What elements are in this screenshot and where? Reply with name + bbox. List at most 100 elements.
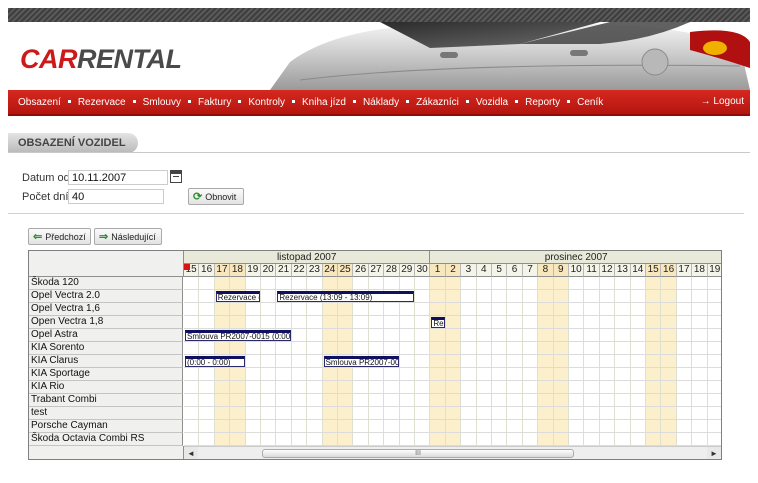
booking-bar[interactable]: (0:00 - 0:00)	[185, 356, 245, 367]
month-header: prosinec 2007	[430, 251, 721, 264]
vehicle-row-label[interactable]: KIA Rio	[29, 381, 183, 394]
row-divider	[184, 380, 721, 381]
day-header: 16	[661, 264, 677, 277]
scroll-left-icon[interactable]: ◄	[184, 447, 198, 459]
day-header: 2	[445, 264, 462, 277]
nav-item-zakaznici[interactable]: Zákazníci	[416, 97, 459, 108]
previous-button[interactable]: ⇐ Předchozí	[28, 228, 91, 245]
booking-bar[interactable]: Rezervace (16:	[215, 291, 260, 302]
nav-item-cenik[interactable]: Ceník	[577, 97, 603, 108]
day-header: 13	[615, 264, 631, 277]
day-header: 26	[353, 264, 369, 277]
row-divider	[184, 393, 721, 394]
nav-separator	[567, 99, 571, 103]
car-banner-image	[270, 22, 750, 90]
previous-button-label: Předchozí	[45, 231, 86, 242]
horizontal-scrollbar[interactable]: ◄ III ►	[184, 446, 721, 459]
nav-separator	[238, 99, 242, 103]
vehicle-row-label[interactable]: test	[29, 407, 183, 420]
day-header: 12	[599, 264, 616, 277]
next-button-label: Následující	[111, 231, 156, 242]
next-button[interactable]: ⇒ Následující	[94, 228, 162, 245]
row-divider	[184, 354, 721, 355]
logo-rental-text: RENTAL	[77, 44, 182, 74]
vehicle-row-label[interactable]: KIA Sportage	[29, 368, 183, 381]
occupancy-grid: listopad 2007 prosinec 2007 15 16 17 18 19 20 21…	[28, 250, 722, 460]
grid-bottom-left	[29, 446, 184, 459]
date-from-input[interactable]	[68, 170, 168, 185]
day-header: 24	[322, 264, 338, 277]
arrow-right-icon: ⇒	[99, 231, 109, 243]
nav-item-obsazeni[interactable]: Obsazení	[18, 97, 61, 108]
day-header: 23	[307, 264, 323, 277]
main-nav: Obsazení Rezervace Smlouvy Faktury Kontr…	[8, 90, 750, 114]
nav-item-faktury[interactable]: Faktury	[198, 97, 231, 108]
day-header: 5	[492, 264, 508, 277]
day-header: 4	[476, 264, 492, 277]
vehicle-row-label[interactable]: Škoda Octavia Combi RS	[29, 433, 183, 446]
vehicle-row-label[interactable]: Open Vectra 1,8	[29, 316, 183, 329]
day-header: 1	[430, 264, 446, 277]
day-header: 21	[276, 264, 292, 277]
header-banner: CARRENTAL	[8, 22, 750, 90]
day-header: 17	[214, 264, 231, 277]
day-header: 18	[230, 264, 246, 277]
vehicle-row-label[interactable]: Porsche Cayman	[29, 420, 183, 433]
vehicle-row-label[interactable]: Trabant Combi	[29, 394, 183, 407]
arrow-left-icon: ⇐	[33, 231, 43, 243]
scroll-right-icon[interactable]: ►	[707, 447, 721, 459]
day-header: 9	[553, 264, 569, 277]
row-divider	[184, 289, 721, 290]
day-header: 11	[584, 264, 600, 277]
logout-link[interactable]: → Logout	[701, 96, 744, 107]
calendar-icon[interactable]	[170, 170, 182, 183]
grid-corner	[29, 251, 184, 277]
nav-item-rezervace[interactable]: Rezervace	[78, 97, 126, 108]
page-title: OBSAZENÍ VOZIDEL	[8, 133, 138, 153]
nav-item-naklady[interactable]: Náklady	[363, 97, 399, 108]
day-header: 6	[507, 264, 523, 277]
booking-bar[interactable]: Rez	[431, 317, 445, 328]
top-decor-strip	[8, 8, 750, 22]
booking-bar[interactable]: Smlouva PR2007-0015 (0:00 - 0:	[185, 330, 291, 341]
nav-separator	[67, 99, 71, 103]
booking-bar[interactable]: Smlouva PR2007-0025	[323, 356, 399, 367]
vehicle-row-label[interactable]: Škoda 120	[29, 277, 183, 290]
row-divider	[184, 432, 721, 433]
nav-item-kontroly[interactable]: Kontroly	[248, 97, 285, 108]
row-divider	[184, 328, 721, 329]
day-header: 30	[415, 264, 431, 277]
scrollbar-thumb[interactable]: III	[262, 449, 574, 458]
nav-item-smlouvy[interactable]: Smlouvy	[143, 97, 181, 108]
title-divider	[8, 152, 750, 153]
nav-item-reporty[interactable]: Reporty	[525, 97, 560, 108]
nav-separator	[465, 99, 469, 103]
vehicle-row-label[interactable]: KIA Clarus	[29, 355, 183, 368]
nav-separator	[187, 99, 191, 103]
row-divider	[184, 302, 721, 303]
vehicle-row-label[interactable]: Opel Astra	[29, 329, 183, 342]
vehicle-row-label[interactable]: Opel Vectra 1,6	[29, 303, 183, 316]
date-from-label: Datum od:	[22, 172, 73, 184]
day-header: 10	[569, 264, 585, 277]
day-header: 18	[692, 264, 708, 277]
day-header: 15	[646, 264, 662, 277]
filter-divider	[8, 213, 744, 214]
vehicle-row-label[interactable]: Opel Vectra 2.0	[29, 290, 183, 303]
nav-item-vozidla[interactable]: Vozidla	[476, 97, 508, 108]
booking-bar[interactable]: Rezervace (13:09 - 13:09)	[277, 291, 414, 302]
day-header: 20	[261, 264, 277, 277]
day-count-label: Počet dní:	[22, 191, 72, 203]
refresh-button[interactable]: ⟳ Obnovit	[188, 188, 244, 205]
vehicle-row-label[interactable]: KIA Sorento	[29, 342, 183, 355]
nav-separator	[292, 99, 296, 103]
nav-underline	[8, 114, 750, 116]
nav-item-kniha-jizd[interactable]: Kniha jízd	[302, 97, 346, 108]
app-logo[interactable]: CARRENTAL	[20, 44, 182, 75]
row-divider	[184, 341, 721, 342]
row-divider	[184, 367, 721, 368]
nav-separator	[352, 99, 356, 103]
day-count-input[interactable]	[68, 189, 164, 204]
day-header: 19	[707, 264, 721, 277]
day-header: 28	[384, 264, 400, 277]
